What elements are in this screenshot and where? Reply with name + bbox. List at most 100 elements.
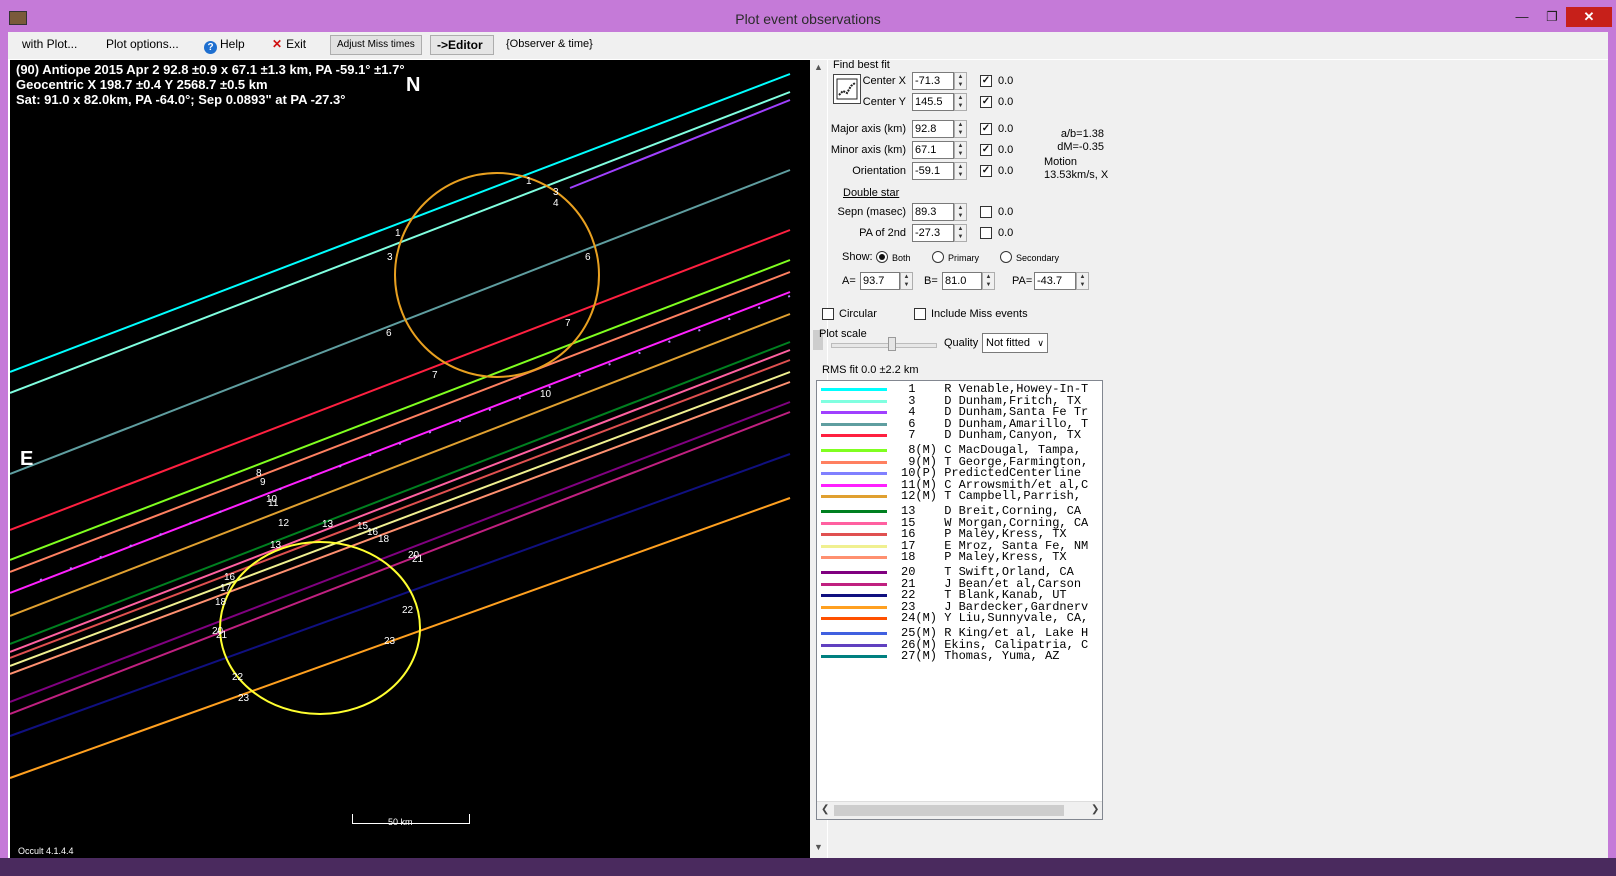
legend-label: 18 P Maley,Kress, TX bbox=[901, 550, 1067, 565]
svg-text:1: 1 bbox=[395, 228, 401, 239]
orientation-checkbox[interactable]: ✓ bbox=[980, 165, 992, 177]
separation-checkbox[interactable] bbox=[980, 206, 992, 218]
separation-label: Sepn (masec) bbox=[837, 206, 906, 218]
menu-help[interactable]: ? Help bbox=[204, 32, 245, 59]
chevron-down-icon: ∨ bbox=[1037, 338, 1044, 348]
orientation-spinner[interactable]: ▲ ▼ bbox=[954, 162, 967, 180]
major-axis-spinner[interactable]: ▲ ▼ bbox=[954, 120, 967, 138]
svg-text:21: 21 bbox=[216, 630, 228, 641]
include-miss-checkbox[interactable] bbox=[914, 308, 926, 320]
minor-axis-input[interactable]: 67.1 bbox=[912, 141, 954, 159]
svg-text:17: 17 bbox=[220, 583, 232, 594]
observer-legend-list[interactable]: 1 R Venable,Howey-In-T 3 D Dunham,Fritch… bbox=[816, 380, 1103, 820]
center-x-checkbox[interactable]: ✓ bbox=[980, 75, 992, 87]
major-axis-value: 0.0 bbox=[998, 123, 1014, 135]
svg-text:1: 1 bbox=[526, 176, 532, 187]
separation-spinner[interactable]: ▲ ▼ bbox=[954, 203, 967, 221]
menu-plot-options[interactable]: Plot options... bbox=[106, 32, 179, 59]
quality-dropdown[interactable]: Not fitted ∨ bbox=[982, 333, 1048, 353]
menu-exit[interactable]: ✕ Exit bbox=[272, 32, 306, 59]
center-x-spinner[interactable]: ▲ ▼ bbox=[954, 72, 967, 90]
center-y-checkbox[interactable]: ✓ bbox=[980, 96, 992, 108]
legend-row-7[interactable]: 7 D Dunham,Canyon, TX bbox=[817, 429, 1102, 441]
legend-swatch bbox=[821, 617, 887, 621]
a-spinner[interactable]: ▲ ▼ bbox=[900, 272, 913, 290]
plot-scale-slider[interactable] bbox=[888, 337, 896, 351]
svg-text:16: 16 bbox=[224, 572, 236, 583]
chord-6 bbox=[10, 169, 791, 475]
minor-axis-spinner[interactable]: ▲ ▼ bbox=[954, 141, 967, 159]
window-title: Plot event observations bbox=[735, 11, 881, 27]
menu-observer-time[interactable]: {Observer & time} bbox=[506, 32, 593, 59]
orientation-input[interactable]: -59.1 bbox=[912, 162, 954, 180]
show-both-radio[interactable] bbox=[876, 251, 888, 263]
legend-row-12[interactable]: 12(M) T Campbell,Parrish, bbox=[817, 490, 1102, 502]
a-label: A= bbox=[842, 275, 856, 287]
menu-with-plot[interactable]: with Plot... bbox=[22, 32, 77, 59]
legend-row-24[interactable]: 24(M) Y Liu,Sunnyvale, CA, bbox=[817, 611, 1102, 626]
ab-ratio: a/b=1.38 bbox=[1060, 128, 1104, 140]
minor-axis-checkbox[interactable]: ✓ bbox=[980, 144, 992, 156]
svg-text:3: 3 bbox=[553, 187, 559, 198]
legend-row-18[interactable]: 18 P Maley,Kress, TX bbox=[817, 550, 1102, 565]
pa-spinner[interactable]: ▲ ▼ bbox=[1076, 272, 1089, 290]
legend-horizontal-scrollbar[interactable]: ❮ ❯ bbox=[817, 801, 1102, 819]
legend-row-27[interactable]: 27(M) Thomas, Yuma, AZ bbox=[817, 650, 1102, 662]
close-button[interactable]: ✕ bbox=[1566, 7, 1612, 27]
exit-icon: ✕ bbox=[272, 37, 283, 51]
svg-text:22: 22 bbox=[402, 605, 414, 616]
a-input[interactable]: 93.7 bbox=[860, 272, 900, 290]
legend-swatch bbox=[821, 510, 887, 513]
show-primary-radio[interactable] bbox=[932, 251, 944, 263]
major-axis-input[interactable]: 92.8 bbox=[912, 120, 954, 138]
center-x-input[interactable]: -71.3 bbox=[912, 72, 954, 90]
observation-plot: 134 13 66 77 10 89 1011 12 13 13 151618 2… bbox=[10, 73, 791, 779]
center-x-value: 0.0 bbox=[998, 75, 1014, 87]
version-label: Occult 4.1.4.4 bbox=[18, 846, 74, 856]
scroll-left-icon[interactable]: ❮ bbox=[821, 804, 829, 815]
legend-swatch bbox=[821, 495, 887, 499]
scroll-right-icon[interactable]: ❯ bbox=[1091, 804, 1099, 815]
scroll-up-icon[interactable]: ▲ bbox=[810, 62, 827, 72]
orientation-value: 0.0 bbox=[998, 165, 1014, 177]
adjust-miss-times-button[interactable]: Adjust Miss times bbox=[330, 35, 422, 55]
center-y-input[interactable]: 145.5 bbox=[912, 93, 954, 111]
legend-swatch bbox=[821, 411, 887, 415]
circular-checkbox[interactable] bbox=[822, 308, 834, 320]
editor-button[interactable]: ->Editor bbox=[430, 35, 494, 55]
legend-swatch bbox=[821, 556, 887, 560]
minor-axis-label: Minor axis (km) bbox=[830, 144, 906, 156]
separation-input[interactable]: 89.3 bbox=[912, 203, 954, 221]
b-input[interactable]: 81.0 bbox=[942, 272, 982, 290]
legend-scroll-thumb[interactable] bbox=[834, 805, 1064, 816]
pa-2nd-input[interactable]: -27.3 bbox=[912, 224, 954, 242]
major-axis-checkbox[interactable]: ✓ bbox=[980, 123, 992, 135]
b-spinner[interactable]: ▲ ▼ bbox=[982, 272, 995, 290]
plot-area[interactable]: 134 13 66 77 10 89 10 11 12 13 13 15 16 18 2… bbox=[10, 60, 810, 858]
minimize-button[interactable]: — bbox=[1508, 7, 1536, 27]
primary-profile bbox=[394, 172, 600, 378]
plot-scale-track[interactable] bbox=[831, 343, 937, 348]
maximize-button[interactable]: ❐ bbox=[1538, 7, 1566, 27]
svg-text:13: 13 bbox=[270, 540, 282, 551]
pa-2nd-checkbox[interactable] bbox=[980, 227, 992, 239]
pa-input[interactable]: -43.7 bbox=[1034, 272, 1076, 290]
center-y-value: 0.0 bbox=[998, 96, 1014, 108]
scroll-down-icon[interactable]: ▼ bbox=[810, 842, 827, 852]
svg-text:9: 9 bbox=[260, 477, 266, 488]
legend-swatch bbox=[821, 483, 887, 487]
chord-20 bbox=[10, 401, 791, 703]
svg-text:12: 12 bbox=[278, 518, 290, 529]
pa-2nd-spinner[interactable]: ▲ ▼ bbox=[954, 224, 967, 242]
orientation-label: Orientation bbox=[852, 165, 906, 177]
chord-7 bbox=[10, 229, 791, 531]
major-axis-label: Major axis (km) bbox=[830, 123, 906, 135]
show-secondary-radio[interactable] bbox=[1000, 251, 1012, 263]
legend-swatch bbox=[821, 533, 887, 537]
svg-text:7: 7 bbox=[432, 370, 438, 381]
east-label: E bbox=[20, 448, 34, 470]
close-icon: ✕ bbox=[1583, 9, 1595, 24]
center-y-spinner[interactable]: ▲ ▼ bbox=[954, 93, 967, 111]
find-best-fit-label: Find best fit bbox=[833, 59, 890, 71]
legend-label: 24(M) Y Liu,Sunnyvale, CA, bbox=[901, 611, 1089, 626]
